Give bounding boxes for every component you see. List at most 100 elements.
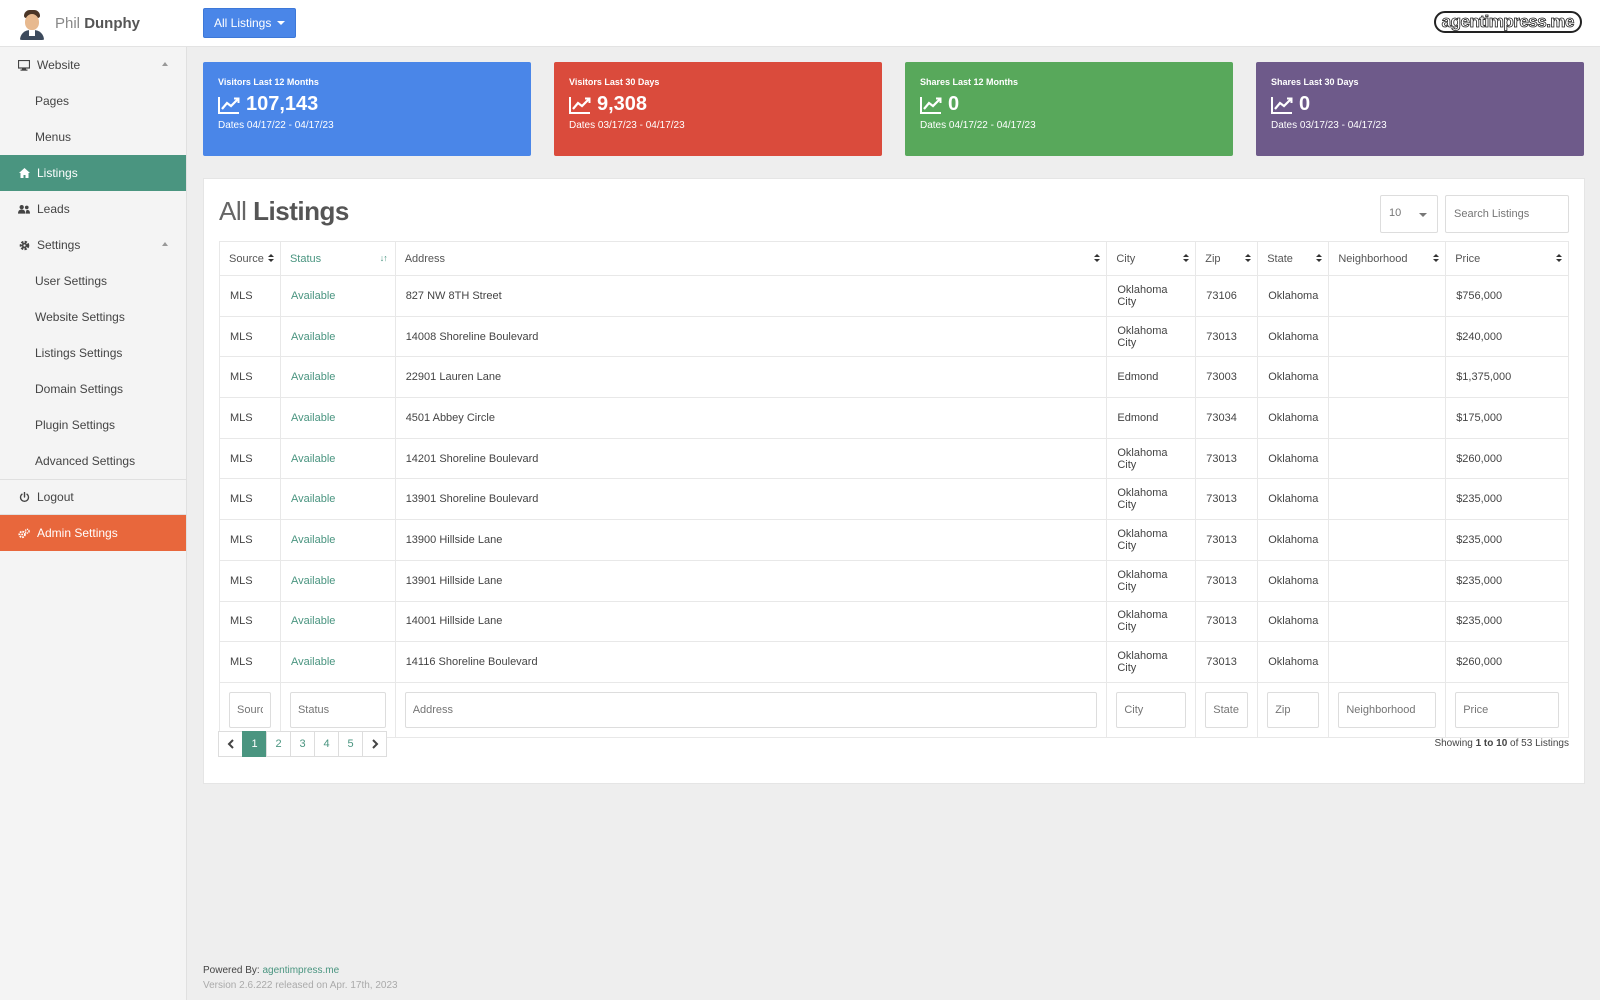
table-row[interactable]: MLS Available 827 NW 8TH Street Oklahoma Ci…: [219, 275, 1569, 317]
table-row[interactable]: MLS Available 14008 Shoreline Boulevard Okl…: [219, 315, 1569, 358]
page-button-5[interactable]: 5: [338, 731, 363, 757]
table-row[interactable]: MLS Available 4501 Abbey Circle Edmond 73034…: [219, 397, 1569, 439]
sidebar-item-advanced-settings[interactable]: Advanced Settings: [0, 443, 186, 479]
filter-cell: [1328, 681, 1447, 738]
table-row[interactable]: MLS Available 13900 Hillside Lane Oklahoma …: [219, 519, 1569, 561]
page-title: All Listings: [219, 196, 349, 226]
table-row[interactable]: MLS Available 13901 Hillside Lane Oklahoma …: [219, 559, 1569, 602]
sidebar-item-website[interactable]: Website: [0, 47, 186, 83]
cell-state: Oklahoma: [1257, 397, 1330, 439]
filter-address-input[interactable]: [404, 691, 1098, 728]
sort-icon: [267, 254, 274, 264]
per-page-select[interactable]: 10: [1380, 195, 1438, 233]
page-button-2[interactable]: 2: [266, 731, 291, 757]
column-header-address[interactable]: Address: [394, 241, 1108, 276]
cell-price: $756,000: [1445, 275, 1569, 317]
page-button-1[interactable]: 1: [242, 731, 267, 757]
filter-cell: [1106, 681, 1197, 738]
line-chart-icon: [920, 96, 942, 114]
line-chart-icon: [1271, 96, 1293, 114]
cell-status: Available: [279, 600, 396, 643]
stat-card-shares-30-days: Shares Last 30 Days 0 Dates 03/17/23 - 0…: [1256, 62, 1584, 156]
table-row[interactable]: MLS Available 14116 Shoreline Boulevard Okl…: [219, 641, 1569, 683]
column-header-state[interactable]: State: [1257, 241, 1330, 276]
stat-label: Visitors Last 12 Months: [218, 77, 319, 87]
filter-status-input[interactable]: [289, 691, 386, 728]
column-header-price[interactable]: Price: [1445, 241, 1569, 276]
sidebar-item-leads[interactable]: Leads: [0, 191, 186, 227]
cell-city: Edmond: [1106, 356, 1197, 399]
column-header-city[interactable]: City: [1106, 241, 1197, 276]
sidebar-item-label: User Settings: [35, 274, 108, 288]
listing-filter-dropdown[interactable]: All Listings: [203, 8, 297, 38]
user-name: Phil Dunphy: [55, 15, 141, 32]
filter-state-input[interactable]: [1205, 691, 1249, 728]
stat-value-row: 107,143: [218, 93, 516, 116]
stat-dates: Dates 03/17/23 - 04/17/23: [1271, 120, 1387, 131]
column-header-neighborhood[interactable]: Neighborhood: [1328, 241, 1447, 276]
cell-status: Available: [279, 437, 396, 480]
sidebar-item-logout[interactable]: Logout: [0, 479, 186, 515]
caret-up-icon: [162, 62, 168, 66]
cell-zip: 73013: [1195, 519, 1259, 561]
stat-label: Visitors Last 30 Days: [569, 77, 660, 87]
cell-status: Available: [279, 356, 396, 399]
sidebar-item-pages[interactable]: Pages: [0, 83, 186, 119]
line-chart-icon: [569, 96, 591, 114]
sidebar-item-label: Listings Settings: [35, 346, 123, 360]
version-text: Version 2.6.222 released on Apr. 17th, 2…: [203, 980, 398, 991]
search-input[interactable]: [1445, 195, 1569, 233]
cell-zip: 73013: [1195, 315, 1259, 358]
table-row[interactable]: MLS Available 14001 Hillside Lane Oklahoma …: [219, 600, 1569, 643]
next-page-button[interactable]: [362, 731, 387, 757]
cell-source: MLS: [219, 275, 281, 317]
filter-cell: [394, 681, 1108, 738]
table-row[interactable]: MLS Available 13901 Shoreline Boulevard Okl…: [219, 478, 1569, 521]
filter-source-input[interactable]: [229, 691, 271, 728]
cell-state: Oklahoma: [1257, 519, 1330, 561]
filter-price-input[interactable]: [1455, 691, 1559, 728]
table-row[interactable]: MLS Available 22901 Lauren Lane Edmond 73003…: [219, 356, 1569, 399]
stat-value-row: 0: [1271, 93, 1569, 116]
cell-state: Oklahoma: [1257, 478, 1330, 521]
sidebar-item-listings-settings[interactable]: Listings Settings: [0, 335, 186, 371]
page-button-3[interactable]: 3: [290, 731, 315, 757]
sidebar-item-settings[interactable]: Settings: [0, 227, 186, 263]
stat-card-visitors-12-months: Visitors Last 12 Months 107,143 Dates 04…: [203, 62, 531, 156]
filter-zip-input[interactable]: [1267, 691, 1320, 728]
filter-cell: [1195, 681, 1259, 738]
filter-city-input[interactable]: [1116, 691, 1187, 728]
powered-by-link[interactable]: agentimpress.me: [262, 965, 339, 976]
sidebar-item-plugin-settings[interactable]: Plugin Settings: [0, 407, 186, 443]
sort-icon: [1183, 254, 1190, 264]
sidebar-item-menus[interactable]: Menus: [0, 119, 186, 155]
pagination: 1 2 3 4 5: [218, 731, 387, 757]
cell-address: 14201 Shoreline Boulevard: [394, 437, 1108, 480]
cell-state: Oklahoma: [1257, 275, 1330, 317]
sidebar-item-domain-settings[interactable]: Domain Settings: [0, 371, 186, 407]
cell-neighborhood: [1328, 437, 1447, 480]
sidebar-item-user-settings[interactable]: User Settings: [0, 263, 186, 299]
column-header-source[interactable]: Source: [219, 241, 281, 276]
cell-state: Oklahoma: [1257, 559, 1330, 602]
cell-address: 827 NW 8TH Street: [394, 275, 1108, 317]
cell-zip: 73034: [1195, 397, 1259, 439]
table-row[interactable]: MLS Available 14201 Shoreline Boulevard Okl…: [219, 437, 1569, 480]
cell-address: 13901 Shoreline Boulevard: [394, 478, 1108, 521]
sidebar-item-listings[interactable]: Listings: [0, 155, 186, 191]
sidebar-item-admin-settings[interactable]: Admin Settings: [0, 515, 186, 551]
cell-price: $175,000: [1445, 397, 1569, 439]
prev-page-button[interactable]: [218, 731, 243, 757]
column-header-zip[interactable]: Zip: [1195, 241, 1259, 276]
sort-icon: [1433, 254, 1440, 264]
column-header-status[interactable]: Status ↓↑: [279, 241, 396, 276]
user-brand[interactable]: Phil Dunphy: [0, 0, 187, 47]
cell-price: $235,000: [1445, 600, 1569, 643]
stat-value-row: 9,308: [569, 93, 867, 116]
filter-neighborhood-input[interactable]: [1338, 691, 1437, 728]
sidebar: Website Pages Menus Listings Leads Setti…: [0, 47, 187, 1000]
listing-filter-label: All Listings: [214, 16, 272, 30]
sidebar-item-website-settings[interactable]: Website Settings: [0, 299, 186, 335]
cell-address: 13901 Hillside Lane: [394, 559, 1108, 602]
page-button-4[interactable]: 4: [314, 731, 339, 757]
